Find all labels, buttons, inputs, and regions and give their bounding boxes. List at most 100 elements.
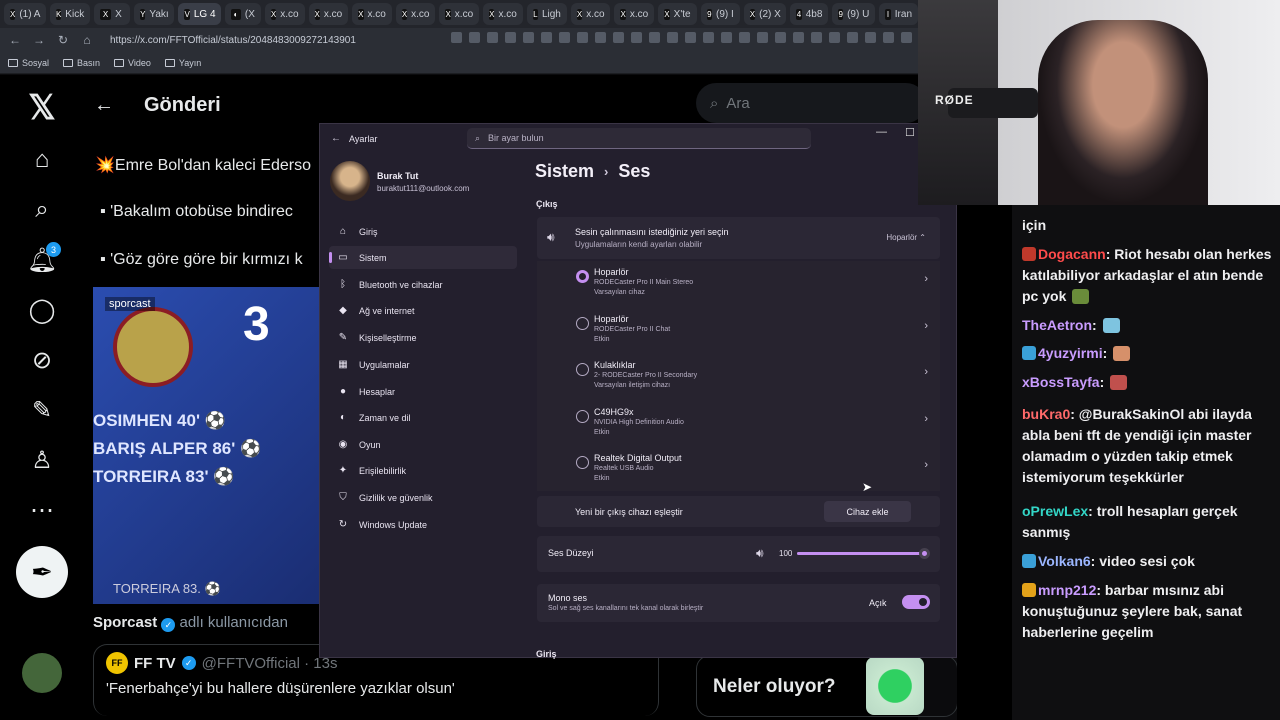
browser-tab[interactable]: K Kick	[49, 3, 91, 25]
url-field[interactable]: https://x.com/FFTOfficial/status/2048483…	[110, 35, 356, 46]
speaker-icon[interactable]: 🔊︎	[756, 546, 764, 561]
profile-icon[interactable]: ♙	[22, 440, 62, 480]
back-arrow-icon[interactable]: ←	[331, 133, 341, 144]
settings-nav-item[interactable]: ◉ Oyun	[329, 433, 517, 456]
chevron-right-icon[interactable]: ›	[924, 366, 928, 378]
extension-icon[interactable]	[703, 32, 714, 43]
bookmark-folder[interactable]: Yayın	[164, 58, 201, 68]
volume-slider-thumb[interactable]	[919, 548, 930, 559]
extension-icon[interactable]	[757, 32, 768, 43]
tweet-image[interactable]: sporcast 3 OSIMHEN 40' ⚽ BARIŞ ALPER 86'…	[93, 287, 320, 604]
browser-tab[interactable]: Xx.co	[439, 3, 480, 25]
extension-icon[interactable]	[847, 32, 858, 43]
search-input[interactable]: ⌕ Ara	[696, 83, 926, 123]
settings-nav-item[interactable]: ● Hesaplar	[329, 380, 517, 403]
grok-icon[interactable]: ⊘	[22, 340, 62, 380]
browser-tab[interactable]: 9 (9) U	[832, 3, 876, 25]
home-icon[interactable]: ⌂	[80, 33, 94, 47]
extension-icon[interactable]	[865, 32, 876, 43]
extension-icon[interactable]	[775, 32, 786, 43]
bell-icon[interactable]: 🔔︎ 3	[22, 240, 62, 280]
browser-tab[interactable]: 4 4b8	[790, 3, 829, 25]
chat-username[interactable]: Dogacann	[1038, 246, 1106, 262]
chevron-right-icon[interactable]: ›	[924, 273, 928, 285]
maximize-icon[interactable]: ☐	[905, 126, 915, 139]
x-logo-icon[interactable]: 𝕏	[22, 88, 62, 128]
browser-tab[interactable]: L Ligh	[526, 3, 567, 25]
device-radio[interactable]	[576, 270, 589, 283]
output-device-item[interactable]: Kulaklıklar 2- RODECaster Pro II Secondar…	[537, 354, 940, 400]
output-device-item[interactable]: Realtek Digital Output Realtek USB Audio E…	[537, 447, 940, 493]
settings-nav-item[interactable]: ◐ Zaman ve dil	[329, 406, 517, 429]
extension-icon[interactable]	[487, 32, 498, 43]
browser-tab[interactable]: Xx.co	[308, 3, 349, 25]
settings-nav-item[interactable]: ◆ Ağ ve internet	[329, 299, 517, 322]
bookmark-folder[interactable]: Video	[114, 58, 151, 68]
output-device-item[interactable]: Hoparlör RODECaster Pro II Main Stereo Var…	[537, 261, 940, 307]
settings-search-input[interactable]: ⌕ Bir ayar bulun	[467, 128, 811, 149]
device-radio[interactable]	[576, 363, 589, 376]
edit-icon[interactable]: ✎	[22, 390, 62, 430]
bookmark-folder[interactable]: Basın	[63, 58, 100, 68]
chat-username[interactable]: TheAetron	[1022, 317, 1092, 333]
settings-nav-item[interactable]: ⌂ Giriş	[329, 220, 517, 243]
settings-nav-item[interactable]: ᛒ Bluetooth ve cihazlar	[329, 273, 517, 296]
device-radio[interactable]	[576, 316, 589, 330]
extension-icon[interactable]	[523, 32, 534, 43]
chat-username[interactable]: 4yuzyirmi	[1038, 345, 1103, 361]
browser-tab[interactable]: X (2) X	[743, 3, 787, 25]
settings-nav-item[interactable]: ↻ Windows Update	[329, 513, 517, 536]
settings-nav-item[interactable]: ✎ Kişiselleştirme	[329, 326, 517, 349]
chevron-right-icon[interactable]: ›	[924, 459, 928, 471]
settings-nav-item[interactable]: ▭ Sistem	[329, 246, 517, 269]
avatar[interactable]	[330, 161, 370, 201]
extension-icon[interactable]	[667, 32, 678, 43]
source-attribution[interactable]: Sporcast ✓ adlı kullanıcıdan	[93, 614, 288, 632]
extension-icon[interactable]	[577, 32, 588, 43]
settings-nav-item[interactable]: ▦ Uygulamalar	[329, 353, 517, 376]
chevron-right-icon[interactable]: ›	[924, 320, 928, 332]
back-arrow-icon[interactable]: ←	[94, 94, 114, 117]
extension-icon[interactable]	[739, 32, 750, 43]
output-device-item[interactable]: C49HG9x NVIDIA High Definition Audio Etkin…	[537, 401, 940, 447]
forward-icon[interactable]: →	[32, 33, 46, 47]
extension-icon[interactable]	[829, 32, 840, 43]
browser-tab[interactable]: 9 (9) I	[700, 3, 740, 25]
messages-icon[interactable]: ◯	[22, 290, 62, 330]
settings-nav-item[interactable]: ⛉ Gizlilik ve güvenlik	[329, 486, 517, 509]
browser-tab[interactable]: Xx.co	[352, 3, 392, 25]
browser-tab[interactable]: Xx.co	[395, 3, 436, 25]
extension-icon[interactable]	[811, 32, 822, 43]
avatar[interactable]	[22, 653, 62, 693]
extension-icon[interactable]	[649, 32, 660, 43]
breadcrumb-parent[interactable]: Sistem	[535, 161, 594, 182]
reload-icon[interactable]: ↻	[56, 33, 70, 47]
extension-icon[interactable]	[721, 32, 732, 43]
output-device-card[interactable]: 🔊︎ Sesin çalınmasını istediğiniz yeri se…	[537, 217, 940, 259]
browser-tab[interactable]: XX	[94, 3, 131, 25]
mono-toggle[interactable]	[902, 595, 930, 609]
bookmark-folder[interactable]: Sosyal	[8, 58, 49, 68]
browser-tab[interactable]: ◐ (X	[224, 3, 261, 25]
browser-tab[interactable]: V LG 4	[178, 3, 221, 25]
search-icon[interactable]: ⌕	[22, 190, 62, 230]
minimize-icon[interactable]: —	[876, 126, 887, 138]
more-icon[interactable]: ⋯	[22, 490, 62, 530]
post-button[interactable]: ✒	[16, 546, 68, 598]
device-radio[interactable]	[576, 409, 589, 423]
add-device-button[interactable]: Cihaz ekle	[824, 501, 911, 522]
extension-icon[interactable]	[559, 32, 570, 43]
browser-tab[interactable]: Xx.co	[483, 3, 523, 25]
extension-icon[interactable]	[685, 32, 696, 43]
chat-username[interactable]: buKra0	[1022, 406, 1070, 422]
browser-tab[interactable]: I Iran	[879, 3, 918, 25]
home-icon[interactable]: ⌂	[22, 140, 62, 180]
extension-icon[interactable]	[793, 32, 804, 43]
browser-tab[interactable]: Xx.co	[570, 3, 611, 25]
extension-icon[interactable]	[883, 32, 894, 43]
chevron-right-icon[interactable]: ›	[924, 413, 928, 425]
extension-icon[interactable]	[595, 32, 606, 43]
browser-tab[interactable]: Xx.co	[264, 3, 305, 25]
chat-username[interactable]: Volkan6	[1038, 553, 1091, 569]
chat-username[interactable]: xBossTayfa	[1022, 374, 1100, 390]
